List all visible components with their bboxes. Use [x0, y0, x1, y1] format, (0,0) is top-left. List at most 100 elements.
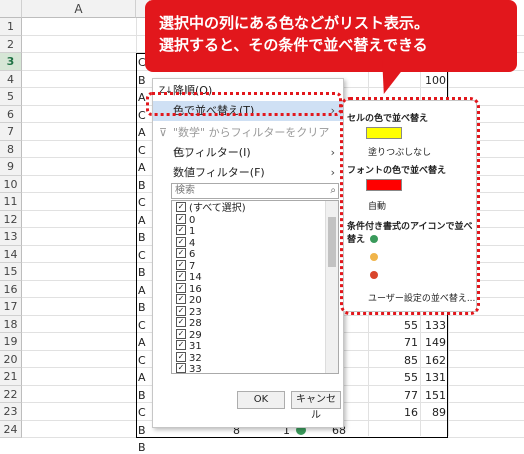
checklist-item[interactable]: ✓ 4 [176, 236, 195, 250]
cell-letter[interactable]: B [138, 424, 146, 437]
row-header[interactable]: 10 [0, 175, 22, 193]
row-header[interactable]: 18 [0, 315, 22, 333]
cell-letter[interactable]: C [138, 319, 146, 332]
checklist-label: 33 [189, 364, 202, 374]
cell-letter[interactable]: B [138, 74, 146, 87]
row-header[interactable]: 17 [0, 298, 22, 316]
row-header[interactable]: 23 [0, 403, 22, 421]
checkbox-icon[interactable]: ✓ [176, 317, 186, 327]
checklist-item[interactable]: ✓ 14 [176, 271, 202, 284]
row-header[interactable]: 13 [0, 228, 22, 246]
row-header[interactable]: 19 [0, 333, 22, 351]
row-header[interactable]: 5 [0, 88, 22, 106]
search-input[interactable]: 検索 ⌕ [171, 183, 339, 199]
cell-letter[interactable]: A [138, 161, 146, 174]
checkbox-icon[interactable]: ✓ [176, 351, 186, 362]
row-header[interactable]: 7 [0, 123, 22, 141]
checkbox-icon[interactable]: ✓ [176, 236, 186, 247]
cell-letter[interactable]: C [138, 249, 146, 262]
cell-letter[interactable]: B [138, 179, 146, 192]
checklist-item[interactable]: ✓ 23 [176, 305, 202, 319]
row-header[interactable]: 15 [0, 263, 22, 281]
checkbox-icon[interactable]: ✓ [176, 282, 186, 293]
checkbox-icon[interactable]: ✓ [176, 248, 186, 258]
checkbox-icon[interactable]: ✓ [176, 213, 186, 224]
checklist-item[interactable]: ✓ 16 [176, 282, 202, 296]
checkbox-icon[interactable]: ✓ [176, 271, 186, 281]
checkbox-icon[interactable]: ✓ [176, 202, 186, 212]
cell-letter[interactable]: B [138, 266, 146, 279]
number-filter-item[interactable]: 数値フィルター(F) › [153, 163, 343, 183]
cell-letter[interactable]: C [138, 196, 146, 209]
row-header[interactable]: 22 [0, 385, 22, 403]
row-header[interactable]: 11 [0, 193, 22, 211]
row-header[interactable]: 16 [0, 280, 22, 298]
checklist-item[interactable]: ✓ (すべて選択) [176, 202, 246, 215]
checkbox-icon[interactable]: ✓ [176, 225, 186, 235]
checklist-item[interactable]: ✓ 6 [176, 248, 195, 261]
row-header[interactable]: 6 [0, 105, 22, 123]
checkbox-icon[interactable]: ✓ [176, 340, 186, 350]
cell-value[interactable]: 100 [420, 74, 446, 87]
cell-value[interactable]: 55 [368, 319, 418, 332]
cell-letter[interactable]: C [138, 144, 146, 157]
cell-value[interactable]: 89 [420, 406, 446, 419]
cell-letter[interactable]: B [138, 441, 146, 454]
cell-value[interactable]: 149 [420, 336, 446, 349]
cell-value[interactable]: 85 [368, 354, 418, 367]
checklist-item[interactable]: ✓ 32 [176, 351, 202, 365]
row-header[interactable]: 12 [0, 210, 22, 228]
checklist-item[interactable]: ✓ 29 [176, 328, 202, 342]
cell-letter[interactable]: B [138, 389, 146, 402]
cell-letter[interactable]: A [138, 91, 146, 104]
ok-button[interactable]: OK [237, 391, 285, 409]
checkbox-icon[interactable]: ✓ [176, 363, 186, 373]
scroll-thumb[interactable] [328, 217, 336, 267]
cell-value[interactable]: 55 [368, 371, 418, 384]
checklist-item[interactable]: ✓ 28 [176, 317, 202, 330]
row-header[interactable]: 3 [0, 53, 22, 71]
cell-value[interactable]: 16 [368, 406, 418, 419]
checklist-scrollbar[interactable] [325, 201, 338, 373]
cell-letter[interactable]: C [138, 354, 146, 367]
cell-letter[interactable]: A [138, 371, 146, 384]
cell-value[interactable]: 71 [368, 336, 418, 349]
checklist-item[interactable]: ✓ 33 [176, 363, 202, 374]
clear-filter-item[interactable]: ⊽ "数学" からフィルターをクリア(C) [153, 123, 343, 159]
cancel-button[interactable]: キャンセル [291, 391, 341, 421]
row-header[interactable]: 2 [0, 35, 22, 53]
cell-letter[interactable]: B [138, 231, 146, 244]
row-header[interactable]: 24 [0, 420, 22, 438]
checkbox-icon[interactable]: ✓ [176, 328, 186, 339]
cell-value[interactable]: 162 [420, 354, 446, 367]
cell-letter[interactable]: A [138, 284, 146, 297]
checklist-item[interactable]: ✓ 7 [176, 259, 195, 273]
cell-letter[interactable]: C [138, 406, 146, 419]
cell-letter[interactable]: B [138, 301, 146, 314]
cell-value[interactable]: 151 [420, 389, 446, 402]
cell-letter[interactable]: A [138, 214, 146, 227]
cell-letter[interactable]: C [138, 109, 146, 122]
checklist-item[interactable]: ✓ 1 [176, 225, 195, 238]
checklist-item[interactable]: ✓ 31 [176, 340, 202, 353]
checklist-item[interactable]: ✓ 20 [176, 294, 202, 307]
cell-value[interactable]: 131 [420, 371, 446, 384]
cell-letter[interactable]: A [138, 336, 146, 349]
checkbox-icon[interactable]: ✓ [176, 259, 186, 270]
row-header[interactable]: 1 [0, 18, 22, 36]
row-header[interactable]: 4 [0, 70, 22, 88]
cell-letter[interactable]: A [138, 126, 146, 139]
row-header[interactable]: 20 [0, 350, 22, 368]
checkbox-icon[interactable]: ✓ [176, 305, 186, 316]
cell-value[interactable]: 77 [368, 389, 418, 402]
select-all-corner[interactable] [0, 0, 22, 18]
row-header[interactable]: 8 [0, 140, 22, 158]
column-header-a[interactable]: A [22, 0, 136, 18]
row-header[interactable]: 9 [0, 158, 22, 176]
row-header[interactable]: 14 [0, 245, 22, 263]
color-filter-item[interactable]: 色フィルター(I) › [153, 143, 343, 163]
checklist-item[interactable]: ✓ 0 [176, 213, 195, 227]
cell-value[interactable]: 133 [420, 319, 446, 332]
row-header[interactable]: 21 [0, 368, 22, 386]
checkbox-icon[interactable]: ✓ [176, 294, 186, 304]
